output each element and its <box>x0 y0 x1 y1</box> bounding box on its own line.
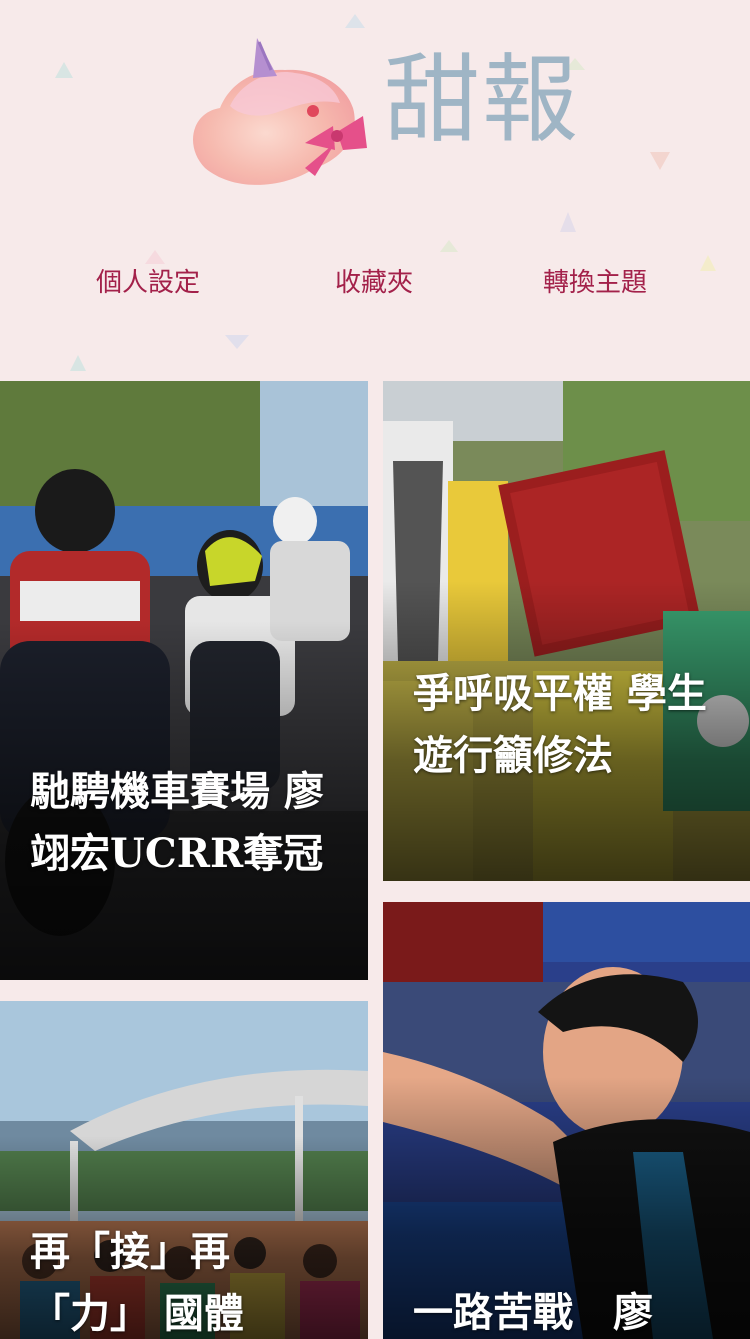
confetti-decoration <box>55 62 73 78</box>
nav-favorites[interactable]: 收藏夾 <box>335 262 413 299</box>
confetti-decoration <box>345 14 365 28</box>
article-card-protest[interactable]: 爭呼吸平權 學生遊行籲修法 <box>383 381 750 881</box>
confetti-decoration <box>650 152 670 170</box>
unicorn-logo-icon <box>193 38 367 185</box>
confetti-decoration <box>225 335 249 349</box>
confetti-decoration <box>70 355 86 371</box>
nav-bar: 個人設定 收藏夾 轉換主題 <box>0 262 750 302</box>
article-card-table-tennis[interactable]: 一路苦戰 廖 <box>383 902 750 1339</box>
header: 甜報 個人設定 收藏夾 轉換主題 <box>0 0 750 380</box>
article-title: 馳騁機車賽場 廖翊宏UCRR奪冠 <box>30 768 324 877</box>
nav-personal-settings[interactable]: 個人設定 <box>96 262 200 299</box>
confetti-decoration <box>440 240 458 252</box>
brand-title: 甜報 <box>384 44 580 156</box>
article-title: 再「接」再「力」 國體 <box>30 1228 244 1337</box>
article-title: 一路苦戰 廖 <box>413 1289 653 1336</box>
article-card-relay[interactable]: 再「接」再「力」 國體 <box>0 1001 368 1339</box>
article-title: 爭呼吸平權 學生遊行籲修法 <box>413 670 707 779</box>
confetti-decoration <box>560 212 576 232</box>
nav-switch-theme[interactable]: 轉換主題 <box>543 262 647 299</box>
article-card-motorcycle[interactable]: 馳騁機車賽場 廖翊宏UCRR奪冠 <box>0 381 368 980</box>
